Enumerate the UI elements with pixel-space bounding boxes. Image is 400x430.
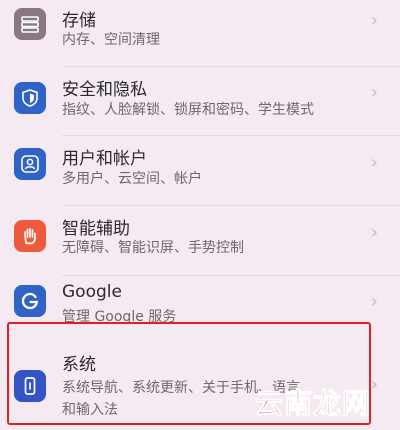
- shield-icon: [14, 82, 46, 114]
- settings-item-smart-assistance[interactable]: 智能辅助 无障碍、智能识屏、手势控制 ›: [0, 206, 400, 273]
- storage-icon: [14, 8, 46, 40]
- watermark-text: 云南龙网: [254, 387, 372, 421]
- settings-item-subtitle: 内存、空间清理: [62, 32, 160, 48]
- settings-item-title: 用户和帐户: [62, 149, 147, 169]
- settings-item-subtitle: 无障碍、智能识屏、手势控制: [62, 240, 244, 256]
- settings-item-title: 安全和隐私: [62, 80, 147, 100]
- chevron-right-icon: ›: [370, 222, 378, 243]
- chevron-right-icon: ›: [370, 291, 378, 312]
- settings-list: 存储 内存、空间清理 › 安全和隐私 指纹、人脸解锁、锁屏和密码、学生模式 › …: [0, 0, 400, 430]
- chevron-right-icon: ›: [370, 82, 378, 103]
- chevron-right-icon: ›: [370, 374, 378, 395]
- settings-item-title: 系统: [62, 355, 96, 375]
- settings-item-google[interactable]: Google 管理 Google 服务 ›: [0, 276, 400, 326]
- user-account-icon: [14, 148, 46, 180]
- settings-item-title: Google: [62, 282, 122, 302]
- settings-item-subtitle-line2: 和输入法: [62, 402, 118, 418]
- settings-item-subtitle: 指纹、人脸解锁、锁屏和密码、学生模式: [62, 102, 314, 118]
- settings-item-security[interactable]: 安全和隐私 指纹、人脸解锁、锁屏和密码、学生模式 ›: [0, 67, 400, 133]
- google-icon: [14, 285, 46, 317]
- settings-item-users-accounts[interactable]: 用户和帐户 多用户、云空间、帐户 ›: [0, 136, 400, 203]
- phone-system-icon: [14, 370, 46, 402]
- chevron-right-icon: ›: [370, 10, 378, 31]
- settings-item-subtitle: 管理 Google 服务: [62, 309, 177, 325]
- hand-icon: [14, 220, 46, 252]
- settings-item-title: 存储: [62, 11, 96, 31]
- settings-item-subtitle: 多用户、云空间、帐户: [62, 171, 202, 187]
- chevron-right-icon: ›: [370, 152, 378, 173]
- settings-item-storage[interactable]: 存储 内存、空间清理 ›: [0, 0, 400, 62]
- settings-item-title: 智能辅助: [62, 219, 130, 239]
